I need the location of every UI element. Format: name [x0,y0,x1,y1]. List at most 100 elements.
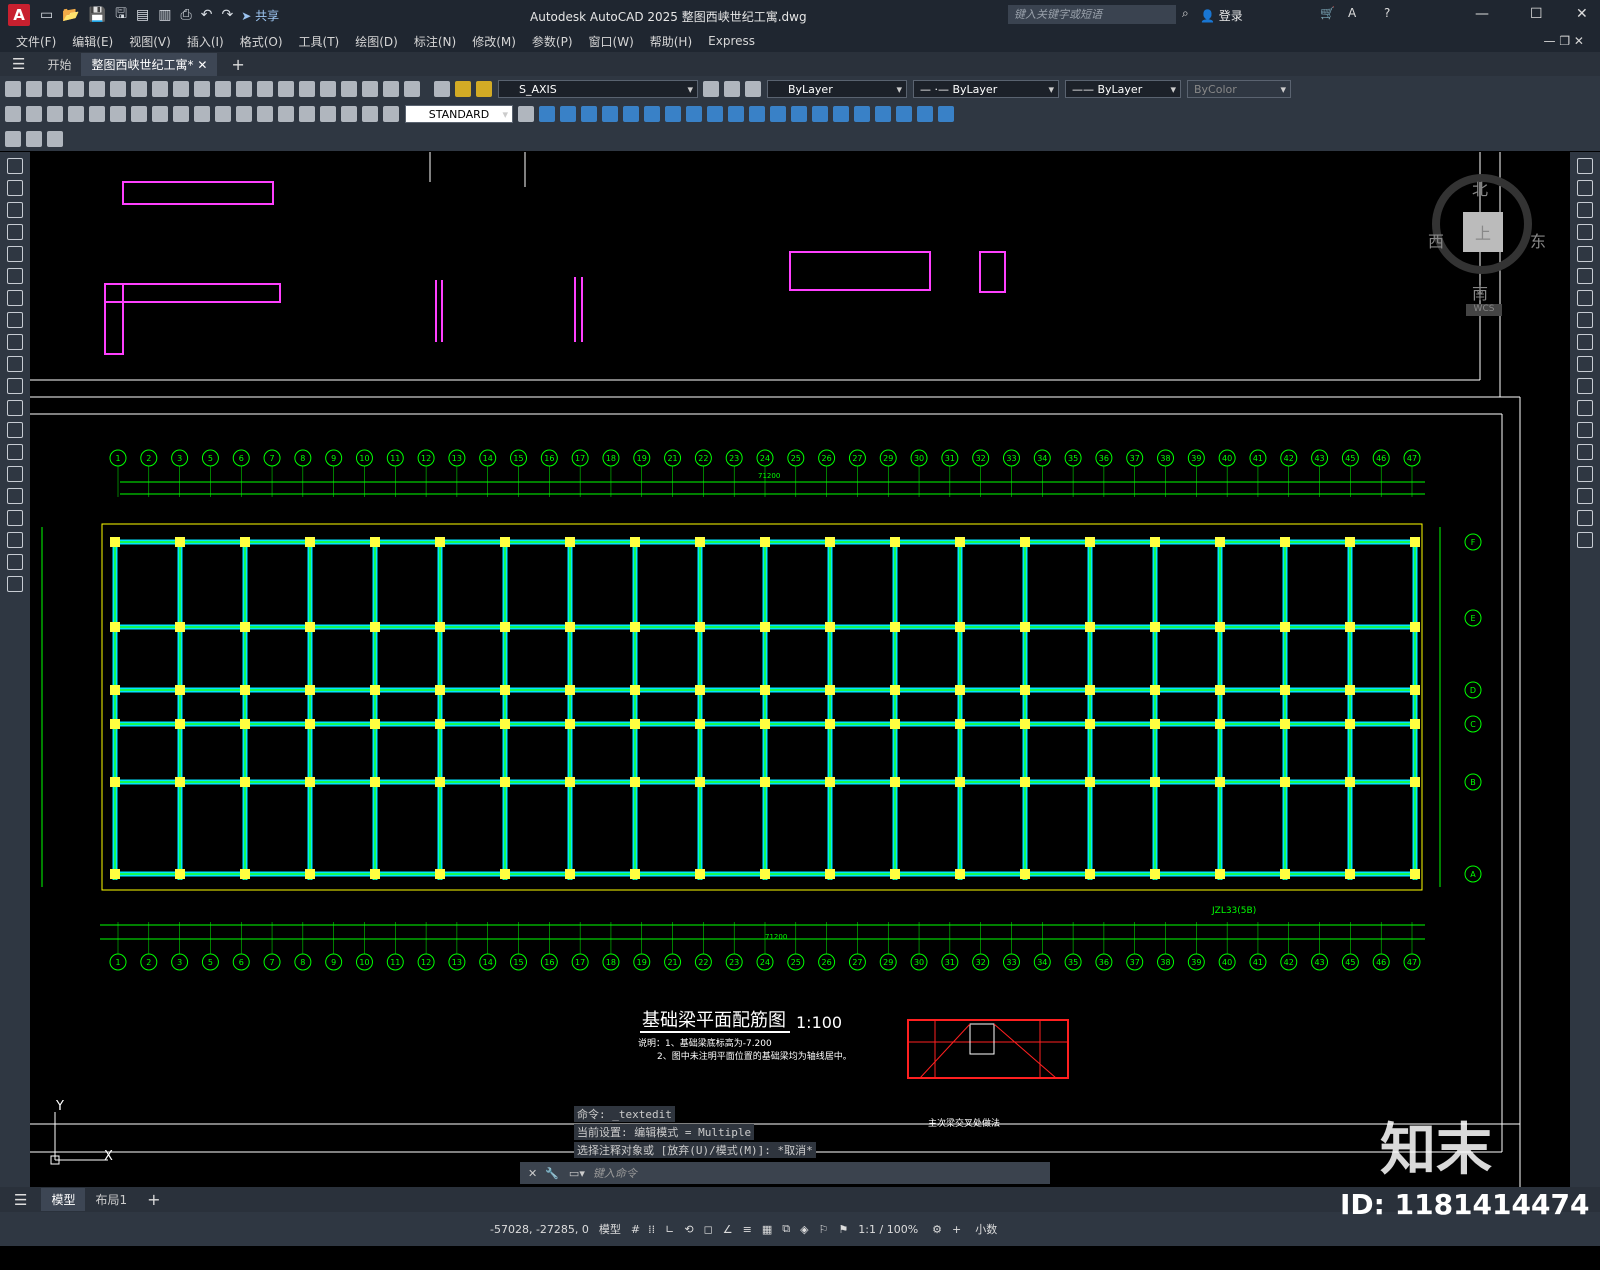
save-icon[interactable]: 💾 [89,7,106,23]
mtext-icon[interactable] [7,554,23,570]
polar-icon[interactable]: ⟲ [684,1223,693,1236]
cut-icon[interactable] [131,80,147,97]
gradient-icon[interactable] [7,488,23,504]
undo-icon[interactable]: ↶ [201,7,213,23]
viewcube[interactable]: 北 南 西 东 上 WCS [1428,162,1550,316]
arc-length-icon[interactable] [47,105,63,122]
compass-south[interactable]: 南 [1472,280,1488,304]
customize-icon[interactable]: 🔧 [545,1167,559,1180]
new-icon[interactable] [5,80,21,97]
cart-icon[interactable]: 🛒 [1320,6,1335,20]
zoom-icon[interactable] [278,80,294,97]
rotate-icon[interactable] [1577,290,1593,306]
menu-modify[interactable]: 修改(M) [472,33,516,50]
region-icon[interactable] [7,510,23,526]
new-tab-icon[interactable]: + [231,55,244,74]
plot-icon[interactable] [68,80,84,97]
ellipse-arc-icon[interactable] [7,378,23,394]
jog-line-icon[interactable] [341,105,357,122]
polygon-icon[interactable] [7,224,23,240]
sheetset-icon[interactable] [47,130,63,147]
offset-icon[interactable] [602,105,618,122]
rectangle-icon[interactable] [7,246,23,262]
angular-icon[interactable] [152,105,168,122]
grid-icon[interactable]: # [631,1223,640,1236]
layer-previous-icon[interactable] [724,80,740,97]
circle-icon[interactable] [7,290,23,306]
linear-dim-icon[interactable] [5,105,21,122]
menu-tools[interactable]: 工具(T) [299,33,340,50]
properties-icon[interactable] [320,80,336,97]
plotstyle-dropdown[interactable]: ByColor [1187,79,1291,99]
osnap-icon[interactable]: ◻ [704,1223,713,1236]
coordinates[interactable]: -57028, -27285, 0 [490,1223,589,1236]
explode-icon[interactable] [1577,532,1593,548]
linetype-dropdown[interactable]: — ·— ByLayer [913,79,1059,99]
extend-icon[interactable] [1577,378,1593,394]
erase-icon[interactable] [1577,158,1593,174]
wcs-menu[interactable]: WCS [1466,304,1502,316]
ortho-icon[interactable]: ∟ [665,1223,674,1236]
group-icon[interactable] [896,105,912,122]
menu-file[interactable]: 文件(F) [16,33,56,50]
help-icon[interactable]: ? [1384,6,1390,20]
array-icon[interactable] [623,105,639,122]
color-dropdown[interactable]: ByLayer [767,79,907,99]
search-icon[interactable]: ⌕ [1182,6,1189,21]
new-icon[interactable]: ▭ [40,7,53,23]
radius-icon[interactable] [89,105,105,122]
transparency-icon[interactable]: ▦ [762,1223,772,1236]
explode-icon[interactable] [854,105,870,122]
break-point-icon[interactable] [1577,400,1593,416]
login-button[interactable]: 👤 登录 [1200,7,1243,24]
drawing-canvas[interactable]: 1 2 3 5 6 7 8 9 10 11 12 13 14 15 16 17 18 19 21 22 23 24 25 26… [30,152,1570,1187]
move-icon[interactable] [1577,268,1593,284]
menu-express[interactable]: Express [708,34,755,48]
3d-osnap-icon[interactable]: ◈ [800,1223,808,1236]
save-icon[interactable] [47,80,63,97]
move-icon[interactable] [644,105,660,122]
menu-insert[interactable]: 插入(I) [187,33,224,50]
open-web-icon[interactable]: ▤ [136,7,149,23]
spline-icon[interactable] [7,334,23,350]
join-icon[interactable] [791,105,807,122]
line-icon[interactable] [7,158,23,174]
otrack-icon[interactable]: ∠ [723,1223,733,1236]
annotation-scale[interactable]: 1:1 / 100% [858,1223,918,1236]
command-input[interactable]: 键入命令 [593,1165,637,1181]
text-window-icon[interactable] [5,130,21,147]
quick-dim-icon[interactable] [173,105,189,122]
sun-icon[interactable] [476,80,492,97]
add-selected-icon[interactable] [7,576,23,592]
stretch-icon[interactable] [707,105,723,122]
continue-icon[interactable] [215,105,231,122]
plus-icon[interactable]: + [952,1223,961,1236]
menu-parametric[interactable]: 参数(P) [532,33,573,50]
trim-icon[interactable] [1577,356,1593,372]
autoscale-icon[interactable]: ⚑ [838,1223,848,1236]
modify-toolbar-icon[interactable] [539,105,555,122]
arc-icon[interactable] [7,268,23,284]
add-layout-icon[interactable]: + [147,1190,160,1209]
layer-manager-icon[interactable] [434,80,450,97]
autocad-app-icon[interactable]: A [8,4,30,26]
saveas-icon[interactable]: 🖫 [115,3,127,27]
menu-format[interactable]: 格式(O) [240,33,283,50]
diameter-icon[interactable] [131,105,147,122]
lineweight-dropdown[interactable]: —— ByLayer [1065,79,1181,99]
blend-icon[interactable] [1577,510,1593,526]
tab-start[interactable]: 开始 [37,53,81,76]
erase-icon[interactable] [875,105,891,122]
close-button[interactable]: ✕ [1576,6,1588,22]
open-icon[interactable]: 📂 [62,7,79,23]
stretch-icon[interactable] [1577,334,1593,350]
viewcube-top-face[interactable]: 上 [1463,212,1503,252]
insert-block-icon[interactable] [7,400,23,416]
offset-icon[interactable] [1577,224,1593,240]
copy-icon[interactable] [152,80,168,97]
trim-icon[interactable] [728,105,744,122]
redo-icon[interactable]: ↷ [221,7,233,23]
compass-east[interactable]: 东 [1530,228,1546,252]
hatch-icon[interactable] [7,466,23,482]
tab-document[interactable]: 整图西峡世纪工寓* ✕ [81,52,218,76]
